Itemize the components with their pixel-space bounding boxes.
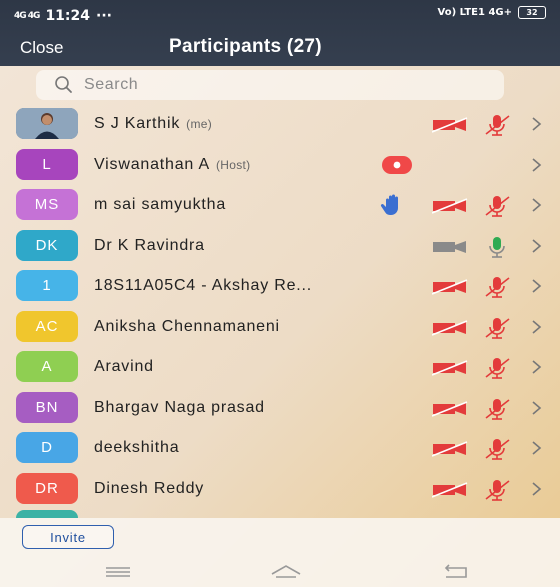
participant-name: 18S11A05C4 - Akshay Re... — [94, 277, 312, 295]
avatar — [16, 108, 78, 139]
avatar: DR — [16, 472, 78, 504]
mic-muted-icon — [485, 115, 510, 136]
status-bar-left: 4G 4G 11:24 ··· — [14, 6, 112, 26]
page-title: Participants (27) — [169, 36, 322, 57]
mic-muted-icon — [485, 317, 510, 339]
status-time: 11:24 — [45, 8, 91, 24]
participant-row[interactable]: A Aravind — [0, 347, 560, 388]
participant-name: S J Karthik (me) — [94, 115, 212, 133]
status-dots: ··· — [96, 8, 112, 24]
participant-name-text: Dr K Ravindra — [94, 236, 205, 254]
camera-off-icon — [432, 319, 468, 336]
chevron-right-icon[interactable] — [530, 154, 544, 176]
camera-off-icon — [432, 117, 468, 133]
mic-muted-icon — [485, 196, 510, 217]
participant-name: Dinesh Reddy — [94, 480, 204, 498]
network-status: Vo) LTE1 4G+ — [437, 7, 512, 18]
chevron-right-icon[interactable] — [530, 437, 544, 459]
participant-row[interactable]: BN Bhargav Naga prasad — [0, 388, 560, 429]
participant-name: Viswanathan A (Host) — [94, 156, 250, 174]
avatar-photo — [16, 108, 78, 139]
participant-row[interactable]: Ddeekshitha — [0, 428, 560, 469]
status-bar-right: Vo) LTE1 4G+ 32 — [438, 6, 546, 19]
mic-muted-icon — [485, 358, 510, 379]
avatar: AC — [16, 310, 78, 342]
participant-name: Aniksha Chennamaneni — [94, 318, 280, 336]
avatar: MS — [16, 189, 78, 220]
home-nav-icon[interactable] — [268, 562, 304, 582]
participant-name: deekshitha — [94, 439, 179, 457]
participant-name: Aravind — [94, 358, 154, 376]
participant-name-text: Dinesh Reddy — [94, 479, 205, 497]
participant-name-text: Bhargav Naga prasad — [94, 398, 265, 416]
participant-name-text: S J Karthik — [94, 115, 181, 132]
chevron-right-icon[interactable] — [530, 397, 544, 419]
participant-list[interactable]: S J Karthik (me) L Viswanathan A (Host) MS m s… — [0, 104, 560, 516]
camera-off-icon — [432, 279, 468, 295]
back-nav-icon[interactable] — [438, 562, 474, 582]
participant-name-text: m sai samyuktha — [94, 196, 227, 213]
participant-name: Dr K Ravindra — [94, 237, 205, 255]
chevron-right-icon[interactable] — [530, 235, 544, 257]
mic-muted-icon — [485, 398, 510, 420]
participant-row[interactable]: S J Karthik (me) — [0, 104, 560, 145]
search-input[interactable] — [82, 75, 466, 95]
participant-role-tag: (Host) — [215, 157, 251, 172]
participant-name: Bhargav Naga prasad — [94, 399, 265, 417]
participant-name-text: 18S11A05C4 - Akshay Re... — [94, 277, 313, 294]
participant-name-text: Viswanathan A — [94, 155, 210, 173]
participant-row[interactable]: L Viswanathan A (Host) — [0, 145, 560, 186]
participant-row[interactable]: AC Aniksha Chennamaneni — [0, 307, 560, 348]
avatar-partial — [16, 510, 78, 518]
participant-name: m sai samyuktha — [94, 196, 226, 214]
camera-off-icon — [432, 481, 468, 498]
chevron-right-icon[interactable] — [530, 356, 544, 378]
participant-role-tag: (me) — [186, 117, 213, 131]
chevron-right-icon[interactable] — [530, 113, 544, 135]
bottom-bar: Invite — [0, 518, 560, 587]
avatar: A — [16, 351, 78, 382]
participant-row[interactable]: 1 18S11A05C4 - Akshay Re... — [0, 266, 560, 307]
chevron-right-icon[interactable] — [530, 275, 544, 297]
avatar: L — [16, 148, 78, 180]
recording-icon — [382, 155, 412, 174]
avatar: D — [16, 432, 78, 463]
avatar: 1 — [16, 270, 78, 301]
chevron-right-icon[interactable] — [530, 478, 544, 500]
participant-name-text: Aniksha Chennamaneni — [94, 317, 280, 335]
search-bar[interactable] — [36, 70, 504, 100]
battery-icon: 32 — [518, 6, 546, 19]
signal-icon: 4G 4G — [14, 11, 40, 21]
participant-row[interactable]: MS m sai samyuktha — [0, 185, 560, 226]
search-icon — [55, 76, 72, 93]
invite-button[interactable]: Invite — [22, 525, 114, 549]
camera-on-icon — [433, 240, 466, 253]
mic-on-icon — [489, 236, 505, 258]
camera-off-icon — [432, 198, 468, 214]
chevron-right-icon[interactable] — [530, 316, 544, 338]
participant-name-text: deekshitha — [94, 439, 180, 456]
mic-muted-icon — [485, 479, 510, 501]
menu-nav-icon[interactable] — [100, 562, 136, 582]
avatar: BN — [16, 391, 78, 423]
close-button[interactable]: Close — [20, 38, 63, 58]
participant-name-text: Aravind — [94, 358, 154, 375]
chevron-right-icon[interactable] — [530, 194, 544, 216]
mic-muted-icon — [485, 277, 510, 298]
camera-off-icon — [432, 400, 468, 417]
camera-off-icon — [432, 360, 468, 376]
mic-muted-icon — [485, 439, 510, 460]
avatar: DK — [16, 229, 78, 261]
participant-row[interactable]: DK Dr K Ravindra — [0, 226, 560, 267]
raised-hand-icon — [380, 194, 398, 215]
camera-off-icon — [432, 441, 468, 457]
top-bar: 4G 4G 11:24 ··· Vo) LTE1 4G+ 32 Close Pa… — [0, 0, 560, 66]
participant-row[interactable]: DR Dinesh Reddy — [0, 469, 560, 510]
